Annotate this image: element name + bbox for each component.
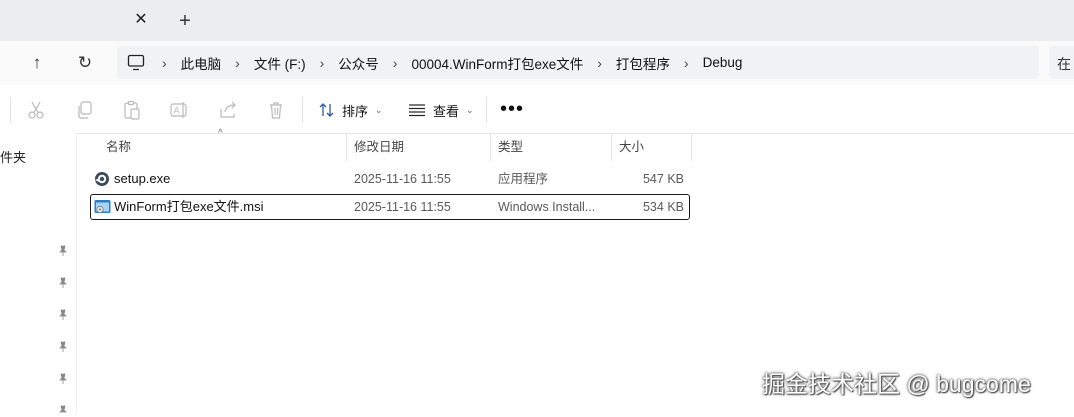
file-row-selected[interactable]: WinForm打包exe文件.msi 2025-11-16 11:55 Wind… [90, 194, 690, 220]
chevron-right-icon[interactable]: › [388, 55, 403, 71]
sort-button[interactable]: 排序 ⌄ [318, 99, 383, 121]
cut-icon[interactable] [25, 99, 47, 121]
file-row[interactable]: setup.exe 2025-11-16 11:55 应用程序 547 KB [90, 167, 688, 191]
share-icon[interactable] [217, 99, 239, 121]
column-header-name[interactable]: 名称 [106, 133, 131, 161]
divider [302, 97, 303, 123]
column-divider[interactable] [346, 133, 347, 161]
breadcrumb-folder-winform[interactable]: 00004.WinForm打包exe文件 [402, 53, 592, 73]
nav-item-folder[interactable]: 件夹 [0, 147, 26, 166]
view-label: 查看 [433, 103, 460, 119]
chevron-right-icon[interactable]: › [679, 55, 694, 71]
chevron-right-icon[interactable]: › [157, 55, 172, 71]
pin-icon[interactable] [57, 405, 69, 417]
sort-icon [319, 103, 334, 117]
breadcrumb-folder-debug[interactable]: Debug [694, 55, 752, 70]
chevron-down-icon: ⌄ [466, 104, 474, 115]
file-size: 547 KB [642, 172, 684, 186]
chevron-right-icon[interactable]: › [230, 55, 245, 71]
refresh-icon[interactable]: ↻ [71, 49, 99, 77]
msi-installer-icon [94, 200, 111, 214]
new-tab-icon[interactable]: + [174, 10, 196, 32]
computer-icon [127, 54, 145, 71]
tab-strip: ✕ + [0, 0, 1074, 41]
address-bar[interactable]: › 此电脑 › 文件 (F:) › 公众号 › 00004.WinForm打包e… [117, 46, 1039, 79]
sort-label: 排序 [342, 103, 369, 119]
delete-icon[interactable] [265, 99, 287, 121]
breadcrumb-drive[interactable]: 文件 (F:) [245, 53, 315, 73]
divider [10, 97, 11, 123]
paste-icon[interactable] [121, 99, 143, 121]
view-lines-icon [409, 104, 425, 117]
file-type: Windows Install... [498, 200, 596, 214]
command-bar: A 排序 ⌄ 查看 ⌄ [0, 85, 1074, 134]
file-size: 534 KB [642, 200, 684, 214]
address-row: ↑ ↻ › 此电脑 › 文件 (F:) › 公众号 › 00004.WinFor… [0, 41, 1074, 85]
pin-icon[interactable] [57, 373, 69, 385]
pin-icon[interactable] [57, 277, 69, 289]
watermark-text: 掘金技术社区 @ bugcome [762, 371, 1031, 397]
column-divider[interactable] [691, 133, 692, 161]
view-button[interactable]: 查看 ⌄ [408, 99, 474, 121]
search-box[interactable]: 在 [1049, 46, 1074, 79]
file-date: 2025-11-16 11:55 [354, 172, 451, 186]
rename-icon[interactable]: A [169, 99, 191, 121]
search-placeholder: 在 [1057, 56, 1071, 72]
breadcrumb-this-pc[interactable]: 此电脑 [172, 53, 231, 73]
navigation-pane: 件夹 [0, 133, 77, 413]
column-divider[interactable] [490, 133, 491, 161]
column-header-type[interactable]: 类型 [498, 133, 523, 161]
column-header-date[interactable]: 修改日期 [354, 133, 404, 161]
chevron-right-icon[interactable]: › [315, 55, 330, 71]
close-tab-icon[interactable]: ✕ [131, 10, 151, 30]
breadcrumb-folder-package[interactable]: 打包程序 [607, 53, 679, 73]
file-name[interactable]: setup.exe [114, 167, 170, 191]
up-arrow-icon[interactable]: ↑ [23, 49, 51, 77]
chevron-down-icon: ⌄ [375, 104, 383, 115]
sort-ascending-icon: ^ [218, 128, 223, 139]
breadcrumb-folder-gongzhonghao[interactable]: 公众号 [329, 53, 388, 73]
file-name[interactable]: WinForm打包exe文件.msi [114, 195, 264, 219]
setup-exe-icon [95, 172, 109, 186]
pin-icon[interactable] [57, 309, 69, 321]
chevron-right-icon[interactable]: › [592, 55, 607, 71]
svg-text:A: A [174, 107, 181, 117]
column-divider[interactable] [611, 133, 612, 161]
copy-icon[interactable] [74, 99, 96, 121]
file-date: 2025-11-16 11:55 [354, 200, 451, 214]
more-options-icon[interactable]: ••• [500, 98, 524, 121]
file-type: 应用程序 [498, 172, 549, 186]
pin-icon[interactable] [57, 245, 69, 257]
active-tab[interactable]: ✕ [0, 0, 160, 41]
divider [486, 97, 487, 123]
column-header-size[interactable]: 大小 [619, 133, 644, 161]
pin-icon[interactable] [57, 341, 69, 353]
breadcrumb: › 此电脑 › 文件 (F:) › 公众号 › 00004.WinForm打包e… [157, 46, 751, 79]
